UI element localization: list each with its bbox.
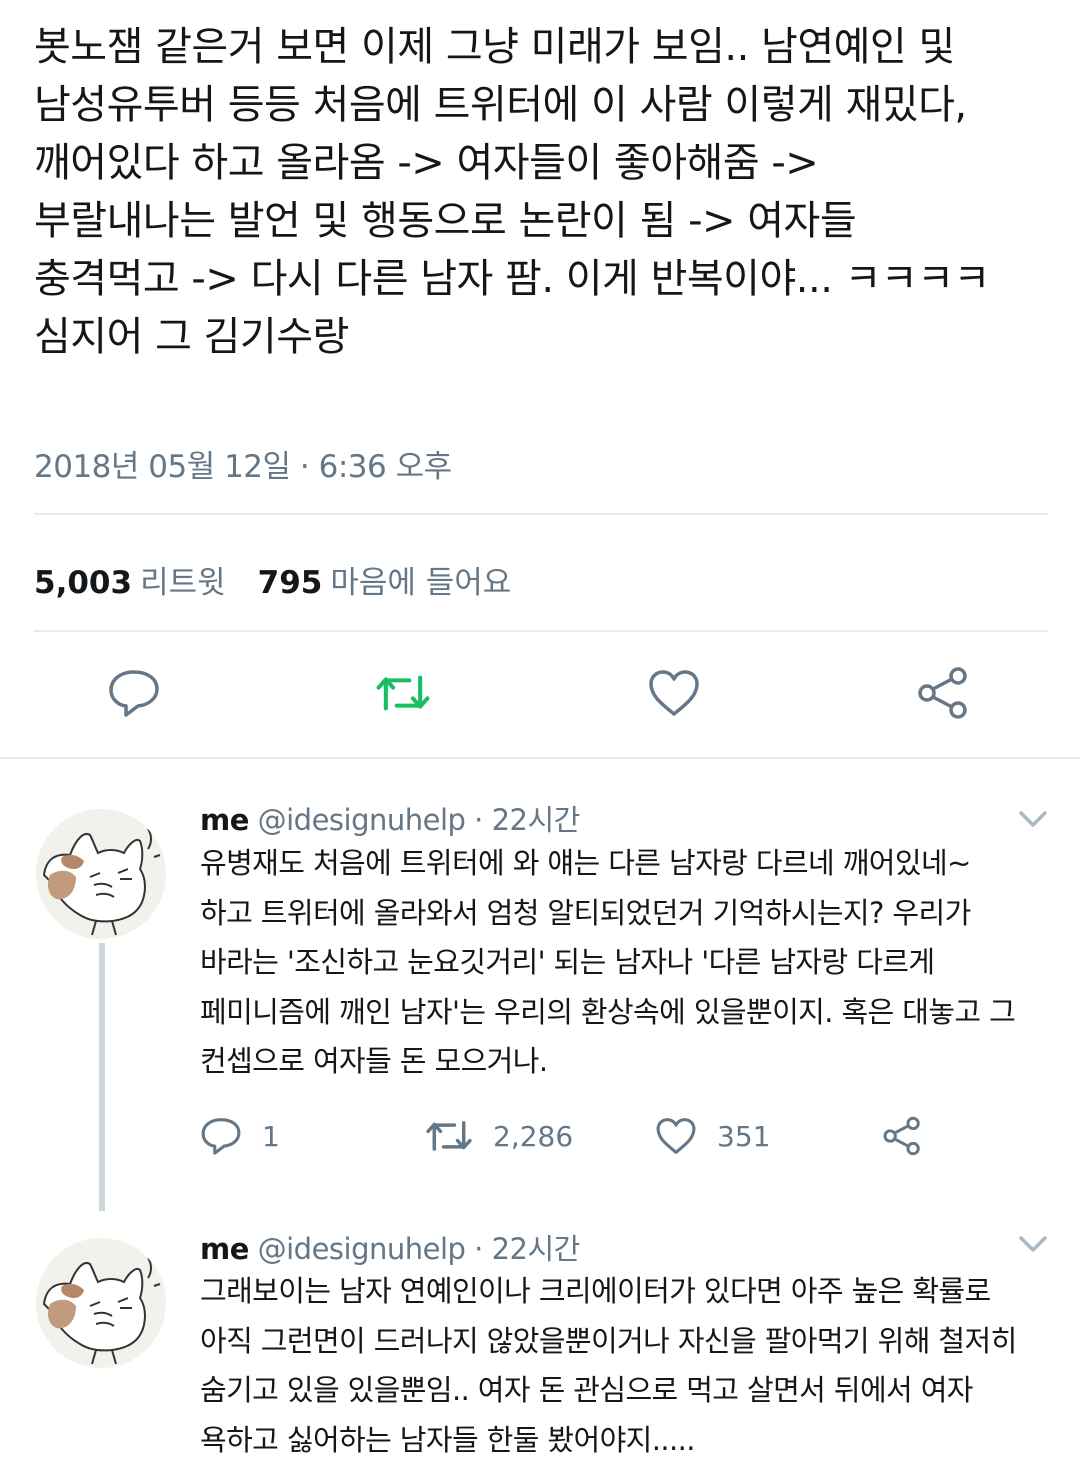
retweet-icon	[426, 1121, 472, 1151]
tweet-stats: 5,003 리트윗 795 마음에 들어요	[34, 557, 511, 602]
divider	[34, 513, 1048, 515]
reply-header: me @idesignuhelp · 22시간	[200, 1226, 580, 1268]
avatar[interactable]	[36, 809, 166, 939]
retweet-button[interactable]: 2,286	[425, 1111, 573, 1161]
likes-count: 795	[257, 565, 323, 601]
retweet-button[interactable]	[375, 665, 431, 721]
like-icon	[649, 670, 699, 716]
share-button[interactable]	[915, 665, 971, 721]
like-button[interactable]: 351	[655, 1111, 770, 1161]
retweet-icon	[376, 675, 430, 711]
share-icon	[883, 1116, 920, 1156]
separator-dot: ·	[474, 1232, 483, 1266]
retweets-label: 리트윗	[140, 565, 226, 601]
reply-text: 유병재도 처음에 트위터에 와 얘는 다른 남자랑 다르네 깨어있네~ 하고 트…	[200, 846, 1016, 1078]
reply-time[interactable]: 22시간	[492, 803, 581, 837]
like-icon	[656, 1118, 696, 1154]
reply-author-handle[interactable]: @idesignuhelp	[258, 1232, 466, 1266]
cat-avatar-icon	[36, 1238, 166, 1368]
divider	[34, 630, 1048, 632]
reply-icon	[109, 670, 159, 717]
reply-icon	[201, 1118, 241, 1155]
separator-dot: ·	[474, 803, 483, 837]
tweet-timestamp[interactable]: 2018년 05월 12일 · 6:36 오후	[34, 441, 452, 486]
share-icon	[918, 667, 967, 719]
retweet-count: 2,286	[493, 1119, 574, 1153]
retweets-stat[interactable]: 5,003 리트윗	[34, 557, 226, 602]
share-button[interactable]	[882, 1111, 922, 1161]
chevron-down-icon[interactable]	[1016, 1232, 1050, 1256]
reply-button[interactable]: 1	[200, 1111, 280, 1161]
reply-author-handle[interactable]: @idesignuhelp	[258, 803, 466, 837]
avatar[interactable]	[36, 1238, 166, 1368]
reply-time[interactable]: 22시간	[492, 1232, 581, 1266]
section-divider	[0, 757, 1080, 759]
cat-avatar-icon	[36, 809, 166, 939]
reply-author-name[interactable]: me	[200, 803, 249, 837]
main-tweet-text: 봇노잼 같은거 보면 이제 그냥 미래가 보임.. 남연예인 및 남성유투버 등…	[34, 24, 990, 360]
like-count: 351	[717, 1119, 771, 1153]
thread-line	[99, 943, 105, 1211]
reply-author-name[interactable]: me	[200, 1232, 249, 1266]
reply-button[interactable]	[106, 665, 162, 721]
reply-actions: 1 2,286 351	[200, 1111, 1050, 1161]
likes-stat[interactable]: 795 마음에 들어요	[258, 557, 512, 602]
main-tweet-actions	[0, 665, 1080, 729]
reply-header: me @idesignuhelp · 22시간	[200, 797, 580, 839]
reply-text: 그래보이는 남자 연예인이나 크리에이터가 있다면 아주 높은 확률로 아직 그…	[200, 1274, 1017, 1457]
retweets-count: 5,003	[34, 565, 133, 601]
like-button[interactable]	[646, 665, 702, 721]
likes-label: 마음에 들어요	[330, 565, 512, 601]
reply-count: 1	[262, 1119, 280, 1153]
chevron-down-icon[interactable]	[1016, 807, 1050, 831]
